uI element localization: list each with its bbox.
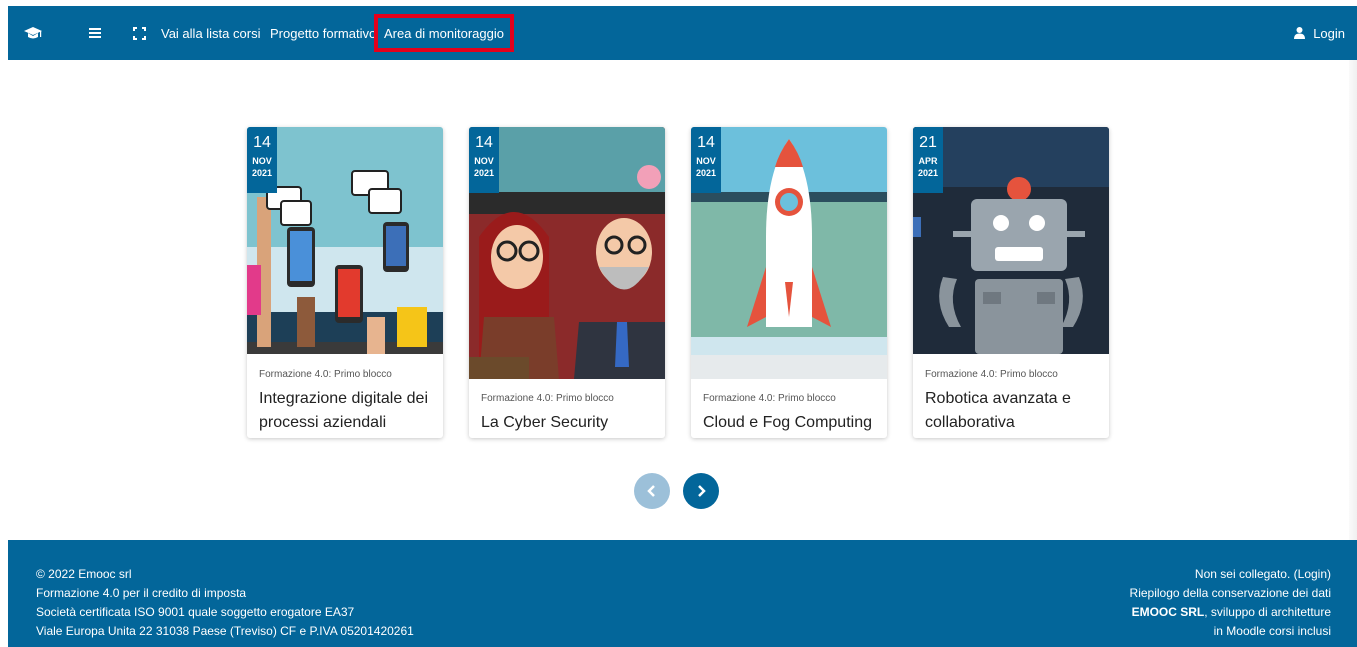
footer-login-status[interactable]: Non sei collegato. (Login)	[1130, 565, 1331, 584]
date-year: 2021	[251, 168, 273, 178]
course-card[interactable]: 14 NOV 2021 Formazione 4.0: Primo blocco…	[247, 127, 443, 438]
course-date-badge: 14 NOV 2021	[691, 127, 721, 193]
date-month: APR	[918, 156, 938, 166]
date-day: 21	[919, 134, 937, 151]
course-date-badge: 14 NOV 2021	[469, 127, 499, 193]
footer-right: Non sei collegato. (Login) Riepilogo del…	[1130, 565, 1331, 641]
footer-copyright: © 2022 Emooc srl	[36, 567, 132, 581]
course-category: Formazione 4.0: Primo blocco	[925, 369, 1058, 380]
chevron-right-icon	[698, 485, 706, 497]
footer-left: © 2022 Emooc srl Formazione 4.0 per il c…	[36, 565, 414, 641]
date-day: 14	[475, 134, 493, 151]
date-year: 2021	[917, 168, 939, 178]
footer-brand-line: EMOOC SRL, sviluppo di architetture	[1130, 603, 1331, 622]
course-title[interactable]: Integrazione digitale dei processi azien…	[259, 387, 439, 435]
footer-brand[interactable]: EMOOC SRL	[1132, 605, 1205, 619]
course-date-badge: 14 NOV 2021	[247, 127, 277, 193]
carousel-next-button[interactable]	[683, 473, 719, 509]
scrollbar-track	[1349, 60, 1357, 540]
footer: © 2022 Emooc srl Formazione 4.0 per il c…	[8, 540, 1357, 647]
footer-data-retention-link[interactable]: Riepilogo della conservazione dei dati	[1130, 584, 1331, 603]
user-icon	[1294, 27, 1306, 39]
chevron-left-icon	[647, 485, 655, 497]
course-title[interactable]: Robotica avanzata e collaborativa	[925, 387, 1105, 435]
course-category: Formazione 4.0: Primo blocco	[703, 393, 836, 404]
course-card[interactable]: 14 NOV 2021 Formazione 4.0: Primo blocco…	[691, 127, 887, 438]
date-year: 2021	[695, 168, 717, 178]
footer-brand-rest: , sviluppo di architetture	[1204, 605, 1331, 619]
course-category: Formazione 4.0: Primo blocco	[481, 393, 614, 404]
date-day: 14	[697, 134, 715, 151]
course-title[interactable]: Cloud e Fog Computing	[703, 411, 883, 435]
graduation-cap-icon[interactable]	[22, 6, 44, 60]
date-year: 2021	[473, 168, 495, 178]
footer-address: Viale Europa Unita 22 31038 Paese (Trevi…	[36, 624, 414, 638]
login-label: Login	[1313, 25, 1345, 41]
nav-course-list-link[interactable]: Vai alla lista corsi	[161, 6, 260, 60]
nav-monitoring-area-link[interactable]: Area di monitoraggio	[374, 14, 514, 52]
course-card[interactable]: 14 NOV 2021 Formazione 4.0: Primo blocco…	[469, 127, 665, 438]
date-month: NOV	[696, 156, 716, 166]
date-day: 14	[253, 134, 271, 151]
course-title[interactable]: La Cyber Security	[481, 411, 661, 435]
nav-training-project-link[interactable]: Progetto formativo	[270, 6, 376, 60]
top-navbar: Vai alla lista corsi Progetto formativo …	[8, 6, 1357, 60]
course-category: Formazione 4.0: Primo blocco	[259, 369, 392, 380]
date-month: NOV	[252, 156, 272, 166]
menu-icon[interactable]	[86, 6, 104, 60]
footer-moodle-line: in Moodle corsi inclusi	[1213, 624, 1331, 638]
fullscreen-icon[interactable]	[130, 6, 148, 60]
footer-tagline: Formazione 4.0 per il credito di imposta	[36, 586, 247, 600]
login-link[interactable]: Login	[1294, 6, 1345, 60]
course-date-badge: 21 APR 2021	[913, 127, 943, 193]
date-month: NOV	[474, 156, 494, 166]
carousel-prev-button[interactable]	[634, 473, 670, 509]
footer-certification: Società certificata ISO 9001 quale sogge…	[36, 605, 355, 619]
course-card[interactable]: 21 APR 2021 Formazione 4.0: Primo blocco…	[913, 127, 1109, 438]
